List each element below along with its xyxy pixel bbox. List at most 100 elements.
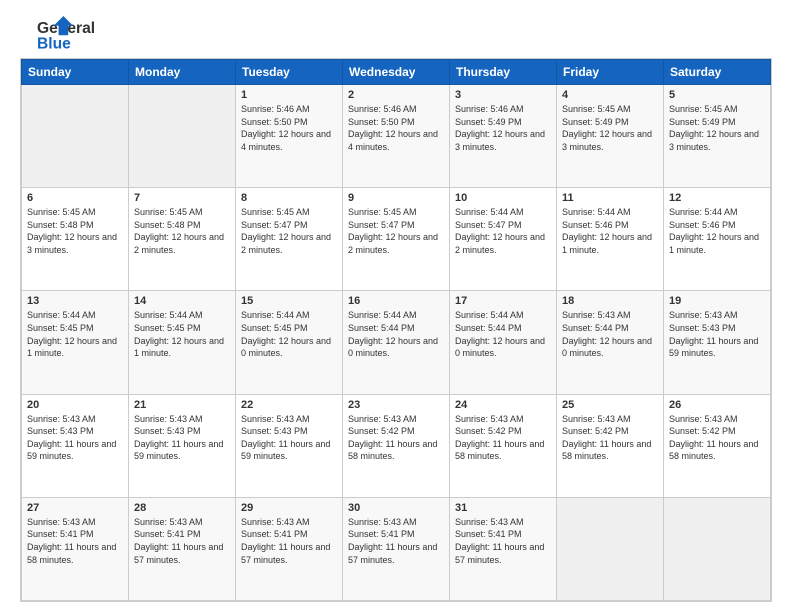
calendar-cell: 30 Sunrise: 5:43 AMSunset: 5:41 PMDayligh… (343, 497, 450, 600)
day-detail: Sunrise: 5:46 AMSunset: 5:50 PMDaylight:… (348, 104, 438, 152)
day-number: 14 (134, 295, 230, 307)
svg-text:Blue: Blue (37, 35, 71, 52)
calendar-cell: 19 Sunrise: 5:43 AMSunset: 5:43 PMDayligh… (664, 291, 771, 394)
day-number: 9 (348, 192, 444, 204)
day-number: 11 (562, 192, 658, 204)
calendar-cell: 13 Sunrise: 5:44 AMSunset: 5:45 PMDayligh… (22, 291, 129, 394)
day-number: 12 (669, 192, 765, 204)
page: General Blue SundayMondayTuesdayWednesda… (0, 0, 792, 612)
day-number: 18 (562, 295, 658, 307)
day-detail: Sunrise: 5:44 AMSunset: 5:46 PMDaylight:… (669, 207, 759, 255)
calendar-cell: 9 Sunrise: 5:45 AMSunset: 5:47 PMDaylight… (343, 188, 450, 291)
calendar-cell: 4Sunrise: 5:45 AMSunset: 5:49 PMDaylight… (557, 85, 664, 188)
calendar-cell: 28Sunrise: 5:43 AMSunset: 5:41 PMDayligh… (129, 497, 236, 600)
day-number: 13 (27, 295, 123, 307)
day-detail: Sunrise: 5:46 AMSunset: 5:50 PMDaylight:… (241, 104, 331, 152)
calendar-header: SundayMondayTuesdayWednesdayThursdayFrid… (22, 60, 771, 85)
day-number: 30 (348, 502, 444, 514)
day-detail: Sunrise: 5:44 AMSunset: 5:44 PMDaylight:… (455, 310, 545, 358)
weekday-header-friday: Friday (557, 60, 664, 85)
day-number: 20 (27, 399, 123, 411)
day-number: 5 (669, 89, 765, 101)
header: General Blue (20, 16, 772, 52)
day-detail: Sunrise: 5:43 AMSunset: 5:42 PMDaylight:… (562, 414, 651, 462)
day-number: 8 (241, 192, 337, 204)
weekday-header-tuesday: Tuesday (236, 60, 343, 85)
day-detail: Sunrise: 5:43 AMSunset: 5:41 PMDaylight:… (455, 517, 544, 565)
day-number: 7 (134, 192, 230, 204)
day-detail: Sunrise: 5:43 AMSunset: 5:43 PMDaylight:… (27, 414, 116, 462)
day-detail: Sunrise: 5:43 AMSunset: 5:42 PMDaylight:… (669, 414, 758, 462)
calendar-cell: 27 Sunrise: 5:43 AMSunset: 5:41 PMDayligh… (22, 497, 129, 600)
day-number: 19 (669, 295, 765, 307)
calendar-cell: 26 Sunrise: 5:43 AMSunset: 5:42 PMDayligh… (664, 394, 771, 497)
calendar-cell: 20 Sunrise: 5:43 AMSunset: 5:43 PMDayligh… (22, 394, 129, 497)
day-number: 26 (669, 399, 765, 411)
calendar-week-5: 27 Sunrise: 5:43 AMSunset: 5:41 PMDayligh… (22, 497, 771, 600)
day-detail: Sunrise: 5:43 AMSunset: 5:43 PMDaylight:… (241, 414, 330, 462)
day-detail: Sunrise: 5:45 AMSunset: 5:47 PMDaylight:… (348, 207, 438, 255)
calendar-cell: 15Sunrise: 5:44 AMSunset: 5:45 PMDayligh… (236, 291, 343, 394)
calendar-cell: 16Sunrise: 5:44 AMSunset: 5:44 PMDayligh… (343, 291, 450, 394)
weekday-header-wednesday: Wednesday (343, 60, 450, 85)
calendar-cell: 7Sunrise: 5:45 AMSunset: 5:48 PMDaylight… (129, 188, 236, 291)
day-detail: Sunrise: 5:44 AMSunset: 5:44 PMDaylight:… (348, 310, 438, 358)
day-detail: Sunrise: 5:43 AMSunset: 5:41 PMDaylight:… (134, 517, 223, 565)
calendar-week-1: 1 Sunrise: 5:46 AMSunset: 5:50 PMDaylight… (22, 85, 771, 188)
calendar-cell: 31 Sunrise: 5:43 AMSunset: 5:41 PMDayligh… (450, 497, 557, 600)
day-detail: Sunrise: 5:44 AMSunset: 5:46 PMDaylight:… (562, 207, 652, 255)
weekday-header-saturday: Saturday (664, 60, 771, 85)
day-number: 27 (27, 502, 123, 514)
day-detail: Sunrise: 5:43 AMSunset: 5:42 PMDaylight:… (455, 414, 544, 462)
day-detail: Sunrise: 5:44 AMSunset: 5:45 PMDaylight:… (27, 310, 117, 358)
day-detail: Sunrise: 5:45 AMSunset: 5:48 PMDaylight:… (27, 207, 117, 255)
day-number: 29 (241, 502, 337, 514)
day-number: 25 (562, 399, 658, 411)
weekday-header-sunday: Sunday (22, 60, 129, 85)
day-detail: Sunrise: 5:43 AMSunset: 5:43 PMDaylight:… (669, 310, 758, 358)
day-number: 15 (241, 295, 337, 307)
calendar-cell: 21 Sunrise: 5:43 AMSunset: 5:43 PMDayligh… (129, 394, 236, 497)
calendar-cell: 17Sunrise: 5:44 AMSunset: 5:44 PMDayligh… (450, 291, 557, 394)
calendar-week-4: 20 Sunrise: 5:43 AMSunset: 5:43 PMDayligh… (22, 394, 771, 497)
calendar-cell: 23 Sunrise: 5:43 AMSunset: 5:42 PMDayligh… (343, 394, 450, 497)
logo: General Blue (20, 16, 90, 52)
day-number: 1 (241, 89, 337, 101)
day-detail: Sunrise: 5:44 AMSunset: 5:47 PMDaylight:… (455, 207, 545, 255)
day-detail: Sunrise: 5:45 AMSunset: 5:49 PMDaylight:… (669, 104, 759, 152)
calendar-cell: 29Sunrise: 5:43 AMSunset: 5:41 PMDayligh… (236, 497, 343, 600)
day-number: 23 (348, 399, 444, 411)
day-number: 4 (562, 89, 658, 101)
calendar-cell: 2Sunrise: 5:46 AMSunset: 5:50 PMDaylight… (343, 85, 450, 188)
calendar-cell: 22 Sunrise: 5:43 AMSunset: 5:43 PMDayligh… (236, 394, 343, 497)
calendar-cell (664, 497, 771, 600)
calendar-week-2: 6Sunrise: 5:45 AMSunset: 5:48 PMDaylight… (22, 188, 771, 291)
day-detail: Sunrise: 5:43 AMSunset: 5:43 PMDaylight:… (134, 414, 223, 462)
calendar-cell: 10Sunrise: 5:44 AMSunset: 5:47 PMDayligh… (450, 188, 557, 291)
calendar-cell: 14 Sunrise: 5:44 AMSunset: 5:45 PMDayligh… (129, 291, 236, 394)
day-detail: Sunrise: 5:46 AMSunset: 5:49 PMDaylight:… (455, 104, 545, 152)
calendar-cell: 12 Sunrise: 5:44 AMSunset: 5:46 PMDayligh… (664, 188, 771, 291)
day-number: 21 (134, 399, 230, 411)
weekday-header-thursday: Thursday (450, 60, 557, 85)
calendar-cell: 11 Sunrise: 5:44 AMSunset: 5:46 PMDayligh… (557, 188, 664, 291)
day-detail: Sunrise: 5:45 AMSunset: 5:47 PMDaylight:… (241, 207, 331, 255)
day-detail: Sunrise: 5:44 AMSunset: 5:45 PMDaylight:… (134, 310, 224, 358)
calendar-cell: 8 Sunrise: 5:45 AMSunset: 5:47 PMDaylight… (236, 188, 343, 291)
calendar-cell: 25 Sunrise: 5:43 AMSunset: 5:42 PMDayligh… (557, 394, 664, 497)
calendar-cell (22, 85, 129, 188)
calendar-cell: 5 Sunrise: 5:45 AMSunset: 5:49 PMDaylight… (664, 85, 771, 188)
day-detail: Sunrise: 5:43 AMSunset: 5:41 PMDaylight:… (348, 517, 437, 565)
calendar-cell (557, 497, 664, 600)
logo-icon: General Blue (20, 16, 90, 52)
calendar-cell: 3Sunrise: 5:46 AMSunset: 5:49 PMDaylight… (450, 85, 557, 188)
day-detail: Sunrise: 5:43 AMSunset: 5:42 PMDaylight:… (348, 414, 437, 462)
day-number: 22 (241, 399, 337, 411)
calendar-cell: 18Sunrise: 5:43 AMSunset: 5:44 PMDayligh… (557, 291, 664, 394)
day-number: 24 (455, 399, 551, 411)
calendar-cell (129, 85, 236, 188)
day-detail: Sunrise: 5:43 AMSunset: 5:41 PMDaylight:… (27, 517, 116, 565)
day-number: 31 (455, 502, 551, 514)
calendar: SundayMondayTuesdayWednesdayThursdayFrid… (20, 58, 772, 602)
calendar-cell: 1 Sunrise: 5:46 AMSunset: 5:50 PMDaylight… (236, 85, 343, 188)
